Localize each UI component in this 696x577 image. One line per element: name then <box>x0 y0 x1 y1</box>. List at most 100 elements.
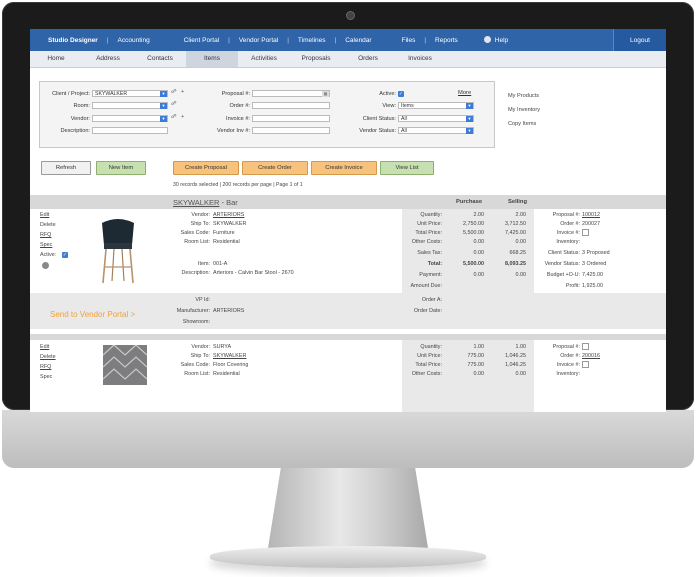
create-invoice-button[interactable]: Create Invoice <box>311 161 377 175</box>
more-link[interactable]: More <box>458 90 471 96</box>
lookup-icon[interactable]: ☍ <box>171 101 177 107</box>
vendor-status-label: Vendor Status: <box>359 128 396 134</box>
invoice-checkbox[interactable] <box>582 229 589 236</box>
item-active-checkbox[interactable]: ✓ <box>62 252 68 258</box>
client-project-select[interactable]: SKYWALKER ▼ <box>92 90 168 97</box>
tab-contacts[interactable]: Contacts <box>134 51 186 67</box>
proposal-input[interactable]: ▦ <box>252 90 330 97</box>
record-title: SKYWALKER - Bar <box>173 198 238 207</box>
vendor-inv-label: Vendor Inv #: <box>217 128 250 134</box>
sales-code-value: Floor Covering <box>213 362 249 368</box>
my-inventory-link[interactable]: My Inventory <box>508 103 540 117</box>
vendor-status-value: 3 Ordered <box>582 261 607 267</box>
quantity-selling: 2.00 <box>515 212 527 218</box>
delete-link[interactable]: Delete <box>40 354 56 360</box>
room-list-label: Room List: <box>184 239 210 245</box>
order-input[interactable] <box>252 102 330 109</box>
new-item-button[interactable]: New Item <box>96 161 146 175</box>
invoice-input[interactable] <box>252 115 330 122</box>
view-list-button[interactable]: View List <box>380 161 434 175</box>
tab-items[interactable]: Items <box>186 51 238 67</box>
room-list-value: Residential <box>213 371 240 377</box>
invoice-num-label: Invoice #: <box>556 230 580 236</box>
ship-to-link[interactable]: SKYWALKER <box>213 353 246 359</box>
sales-code-label: Sales Code: <box>180 230 210 236</box>
nav-help[interactable]: Help <box>475 36 517 44</box>
edit-link[interactable]: Edit <box>40 344 49 350</box>
lookup-icon[interactable]: ☍ <box>171 114 177 120</box>
add-icon[interactable]: + <box>181 114 184 120</box>
invoice-checkbox[interactable] <box>582 361 589 368</box>
client-status-label: Client Status: <box>362 116 396 122</box>
client-status-select[interactable]: All ▼ <box>398 115 474 122</box>
nav-reports[interactable]: Reports <box>426 37 467 44</box>
chevron-down-icon: ▼ <box>160 91 167 97</box>
create-proposal-button[interactable]: Create Proposal <box>173 161 239 175</box>
sales-code-value: Furniture <box>213 230 235 236</box>
view-select[interactable]: Items ▼ <box>398 102 474 109</box>
tab-address[interactable]: Address <box>82 51 134 67</box>
proposal-num-label: Proposal #: <box>552 344 580 350</box>
lookup-icon[interactable]: ☍ <box>171 89 177 95</box>
ship-to-value: SKYWALKER <box>213 221 247 227</box>
purchase-col-header: Purchase <box>456 199 483 205</box>
tab-activities[interactable]: Activities <box>238 51 290 67</box>
nav-accounting[interactable]: Accounting <box>109 37 159 44</box>
tab-home[interactable]: Home <box>30 51 82 67</box>
calendar-icon[interactable]: ▦ <box>322 91 329 97</box>
vendor-status-select[interactable]: All ▼ <box>398 127 474 134</box>
copy-items-link[interactable]: Copy Items <box>508 117 540 131</box>
vendor-inv-input[interactable] <box>252 127 330 134</box>
send-to-vendor-portal-link[interactable]: Send to Vendor Portal > <box>50 310 135 319</box>
active-label: Active: <box>379 91 396 97</box>
vendor-label: Vendor: <box>70 116 90 122</box>
spec-link[interactable]: Spec <box>40 374 52 380</box>
my-products-link[interactable]: My Products <box>508 89 540 103</box>
vendor-value: SURYA <box>213 344 232 350</box>
nav-files[interactable]: Files <box>393 37 425 44</box>
vendor-select[interactable]: ▼ <box>92 115 168 122</box>
nav-calendar[interactable]: Calendar <box>336 37 380 44</box>
spec-link[interactable]: Spec <box>40 242 52 248</box>
quantity-label: Quantity: <box>420 212 442 218</box>
view-label: View: <box>382 103 396 109</box>
sub-nav: Home Address Contacts Items Activities P… <box>30 51 666 68</box>
nav-timelines[interactable]: Timelines <box>289 37 335 44</box>
payment-purchase: 0.00 <box>473 272 485 278</box>
project-link[interactable]: SKYWALKER <box>173 198 219 207</box>
quantity-label: Quantity: <box>420 344 442 350</box>
logout-button[interactable]: Logout <box>613 29 666 51</box>
nav-vendor-portal[interactable]: Vendor Portal <box>230 37 287 44</box>
order-num-link[interactable]: 200016 <box>582 353 600 359</box>
total-selling: 8,093.25 <box>505 261 526 267</box>
record-header: SKYWALKER - Bar Purchase Selling <box>30 195 666 209</box>
active-checkbox[interactable]: ✓ <box>398 91 404 97</box>
refresh-button[interactable]: Refresh <box>41 161 91 175</box>
edit-link[interactable]: Edit <box>40 212 49 218</box>
top-nav: Studio Designer | Accounting Client Port… <box>30 29 666 51</box>
screen: Studio Designer | Accounting Client Port… <box>30 29 666 412</box>
item-active-label: Active: <box>40 252 57 258</box>
chevron-down-icon: ▼ <box>466 128 473 134</box>
rfq-link[interactable]: RFQ <box>40 364 51 370</box>
vendor-link[interactable]: ARTERIORS <box>213 212 244 218</box>
nav-client-portal[interactable]: Client Portal <box>175 37 228 44</box>
client-project-label: Client / Project: <box>52 91 90 97</box>
rfq-link[interactable]: RFQ <box>40 232 51 238</box>
proposal-checkbox[interactable] <box>582 343 589 350</box>
description-input[interactable] <box>92 127 168 134</box>
proposal-num-label: Proposal #: <box>552 212 580 218</box>
proposal-num-link[interactable]: 100012 <box>582 212 600 218</box>
tab-invoices[interactable]: Invoices <box>394 51 446 67</box>
create-order-button[interactable]: Create Order <box>242 161 308 175</box>
total-label: Total: <box>427 261 442 267</box>
add-icon[interactable]: + <box>181 89 184 95</box>
description-value: Arteriors - Calvin Bar Stool - 2670 <box>213 270 294 276</box>
room-select[interactable]: ▼ <box>92 102 168 109</box>
delete-link[interactable]: Delete <box>40 222 56 228</box>
tab-orders[interactable]: Orders <box>342 51 394 67</box>
nav-studio-designer[interactable]: Studio Designer <box>30 37 107 44</box>
room-label: Room: <box>73 103 90 109</box>
selling-col-header: Selling <box>508 199 528 205</box>
tab-proposals[interactable]: Proposals <box>290 51 342 67</box>
